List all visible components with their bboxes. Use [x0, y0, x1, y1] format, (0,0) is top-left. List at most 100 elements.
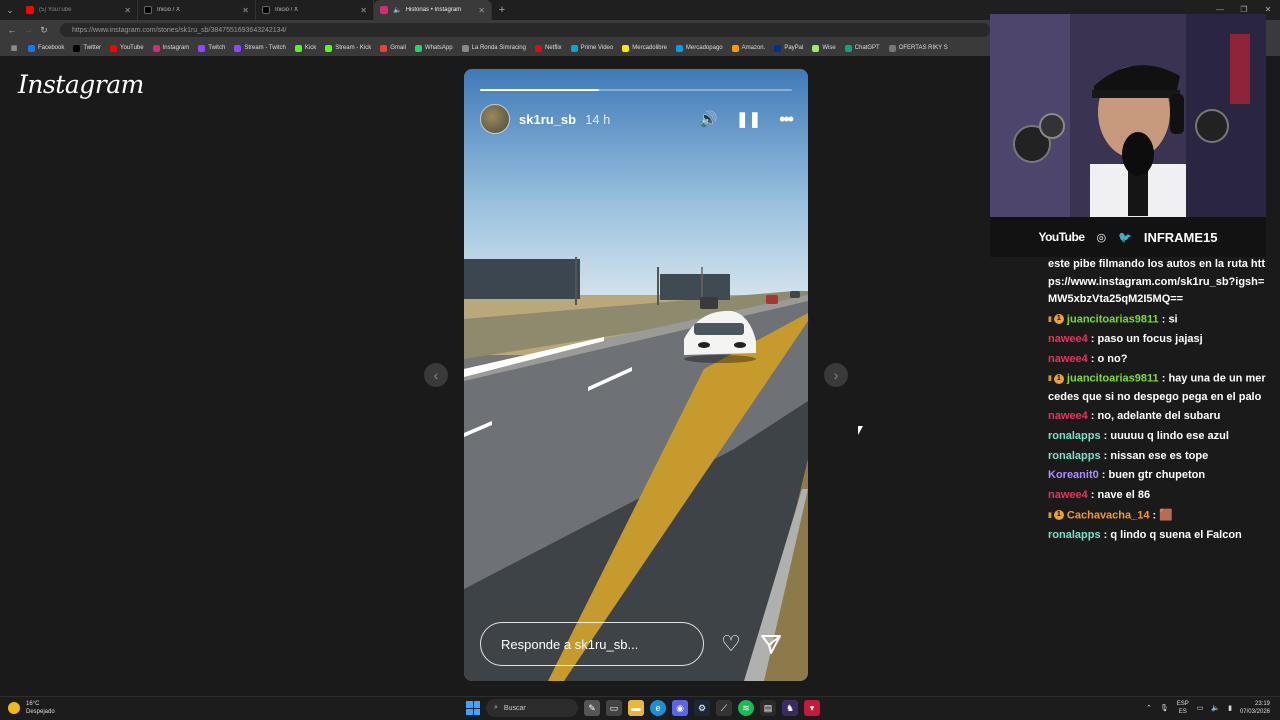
search-label: Buscar — [503, 704, 526, 712]
bookmark-favicon-icon — [325, 44, 333, 52]
copilot-icon[interactable]: ✎ — [584, 700, 600, 716]
app-icon-2[interactable]: ♞ — [782, 700, 798, 716]
avatar[interactable] — [480, 104, 510, 134]
instagram-logo[interactable]: Instagram — [18, 70, 144, 99]
back-icon[interactable]: ← — [4, 25, 20, 35]
bookmark-label: OFERTAS RIKY S — [898, 45, 948, 51]
task-view-icon[interactable]: ▭ — [606, 700, 622, 716]
chat-username[interactable]: nawee4 — [1048, 410, 1088, 422]
chat-username[interactable]: juancitoarias9811 — [1067, 373, 1159, 385]
send-icon[interactable] — [756, 629, 786, 659]
network-icon[interactable]: ▭ — [1197, 704, 1204, 712]
reply-input[interactable]: Responde a sk1ru_sb... — [480, 622, 704, 666]
bookmark-item[interactable]: Netflix — [534, 44, 562, 52]
apps-icon[interactable]: ▦ — [6, 44, 22, 52]
bookmark-item[interactable]: OFERTAS RIKY S — [888, 44, 948, 52]
new-tab-button[interactable]: + — [492, 4, 512, 16]
chat-username[interactable]: nawee4 — [1048, 333, 1088, 345]
chat-username[interactable]: ronalapps — [1048, 529, 1101, 541]
bookmark-item[interactable]: Prime Video — [570, 44, 614, 52]
chat-username[interactable]: Cachavacha_14 — [1067, 509, 1150, 521]
tab-search-icon[interactable]: ⌄ — [0, 0, 20, 20]
tab-label: Historias • Instagram — [405, 7, 462, 13]
bookmark-label: Prime Video — [580, 45, 614, 51]
bookmark-item[interactable]: Kick — [294, 44, 316, 52]
more-options-icon[interactable]: ••• — [779, 109, 794, 130]
mod-badge-icon: ▮ — [1048, 511, 1052, 519]
tab-label: (5) YouTube — [39, 7, 72, 13]
steam-icon[interactable]: ⚙ — [694, 700, 710, 716]
bookmark-item[interactable]: ChatGPT — [844, 44, 880, 52]
story-username[interactable]: sk1ru_sb — [519, 112, 576, 127]
weather-desc: Despejado — [26, 709, 55, 715]
taskbar-search[interactable]: ⌕ Buscar — [486, 699, 578, 717]
chat-text: si — [1168, 313, 1178, 326]
bookmark-favicon-icon — [198, 44, 206, 52]
audio-icon[interactable]: 🔈 — [393, 6, 402, 14]
close-tab-icon[interactable]: ✕ — [242, 6, 249, 15]
bookmark-item[interactable]: Twitch — [198, 44, 225, 52]
spotify-icon[interactable]: ≋ — [738, 700, 754, 716]
close-tab-icon[interactable]: ✕ — [478, 6, 485, 15]
forward-icon[interactable]: → — [20, 25, 36, 35]
bookmark-item[interactable]: Gmail — [380, 44, 406, 52]
chat-username[interactable]: nawee4 — [1048, 489, 1088, 501]
like-heart-icon[interactable]: ♡ — [716, 629, 746, 659]
close-tab-icon[interactable]: ✕ — [124, 6, 131, 15]
sub-badge-icon: 1 — [1053, 314, 1064, 325]
bookmark-favicon-icon — [28, 44, 35, 52]
bookmark-label: La Ronda Simracing — [471, 45, 526, 51]
app-icon[interactable]: ▤ — [760, 700, 776, 716]
discord-icon[interactable]: ◉ — [672, 700, 688, 716]
bookmark-item[interactable]: Stream - Twitch — [234, 44, 286, 52]
weather-widget[interactable]: 16°C Despejado — [8, 700, 55, 716]
bookmark-item[interactable]: Twitter — [73, 44, 101, 52]
tab-x-1[interactable]: Inicio / X ✕ — [138, 0, 256, 20]
bookmark-item[interactable]: Instagram — [152, 44, 189, 52]
bookmark-item[interactable]: Mercadopago — [675, 44, 723, 52]
chat-username[interactable]: ronalapps — [1048, 450, 1101, 462]
tab-instagram[interactable]: 🔈 Historias • Instagram ✕ — [374, 0, 492, 20]
edge-icon[interactable]: e — [650, 700, 666, 716]
windows-taskbar: 16°C Despejado ⌕ Buscar ✎ ▭ ▬ e ◉ ⚙ ⟋ ≋ ▤… — [0, 696, 1280, 720]
bookmark-item[interactable]: Wise — [812, 44, 836, 52]
clock-time: 23:19 — [1254, 701, 1270, 707]
bookmark-item[interactable]: WhatsApp — [414, 44, 453, 52]
chevron-up-icon[interactable]: ⌃ — [1146, 704, 1152, 712]
clock-date: 07/03/2026 — [1239, 709, 1270, 715]
chat-username[interactable]: ronalapps — [1048, 430, 1101, 442]
chat-message: nawee4 : nave el 86 — [1048, 487, 1268, 505]
bookmark-item[interactable]: PayPal — [774, 44, 803, 52]
clock[interactable]: 23:19 07/03/2026 — [1240, 700, 1270, 716]
bookmark-item[interactable]: YouTube — [110, 44, 144, 52]
bookmark-item[interactable]: Amazon. — [731, 44, 765, 52]
chat-username[interactable]: Koreanit0 — [1048, 469, 1099, 481]
language-indicator[interactable]: ESP ES — [1177, 700, 1189, 716]
battery-icon[interactable]: ▮ — [1228, 704, 1232, 712]
previous-story-button[interactable]: ‹ — [424, 363, 448, 387]
bookmark-item[interactable]: Stream - Kick — [325, 44, 371, 52]
microphone-icon[interactable]: 🎙 — [1160, 704, 1169, 712]
chat-username[interactable]: juancitoarias9811 — [1067, 313, 1159, 325]
bookmark-item[interactable]: La Ronda Simracing — [461, 44, 526, 52]
pause-icon[interactable]: ❚❚ — [736, 110, 761, 128]
volume-tray-icon[interactable]: 🔈 — [1211, 704, 1220, 712]
stream-chat: este pibe filmando los autos en la ruta … — [1048, 256, 1268, 547]
close-tab-icon[interactable]: ✕ — [360, 6, 367, 15]
story-viewer[interactable]: sk1ru_sb 14 h 🔊 ❚❚ ••• Responde a sk1ru_… — [464, 69, 808, 681]
url-input[interactable]: https://www.instagram.com/stories/sk1ru_… — [60, 23, 990, 37]
bookmark-item[interactable]: Mercadolibre — [622, 44, 667, 52]
bookmark-item[interactable]: Facebook — [28, 44, 64, 52]
racing-app-icon[interactable]: ⟋ — [716, 700, 732, 716]
file-explorer-icon[interactable]: ▬ — [628, 700, 644, 716]
tab-x-2[interactable]: Inicio / X ✕ — [256, 0, 374, 20]
next-story-button[interactable]: › — [824, 363, 848, 387]
chat-text: paso un focus jajasj — [1097, 333, 1203, 346]
opera-gx-icon[interactable]: ▾ — [804, 700, 820, 716]
chat-username[interactable]: nawee4 — [1048, 353, 1088, 365]
volume-icon[interactable]: 🔊 — [699, 110, 718, 128]
reload-icon[interactable]: ↻ — [36, 25, 52, 36]
tab-youtube[interactable]: (5) YouTube ✕ — [20, 0, 138, 20]
windows-start-icon[interactable] — [466, 701, 480, 715]
chat-separator: : — [1158, 313, 1169, 326]
